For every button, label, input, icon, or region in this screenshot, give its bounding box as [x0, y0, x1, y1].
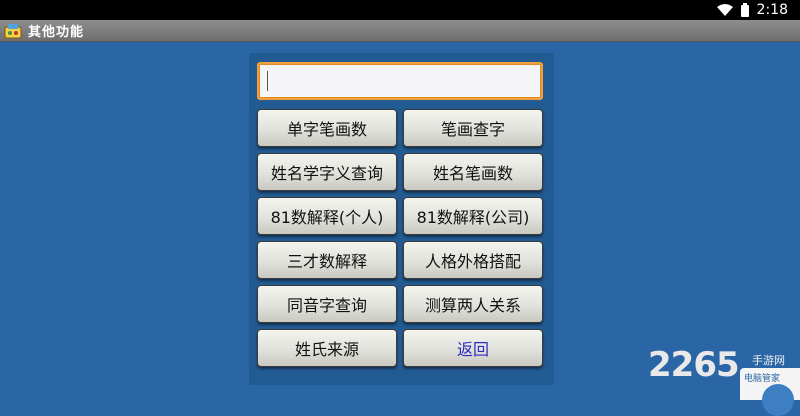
81-numbers-personal-button[interactable]: 81数解释(个人) — [257, 197, 397, 235]
status-time: 2:18 — [756, 2, 788, 18]
status-icons: 2:18 — [716, 0, 788, 20]
watermark-logo: 2265 — [648, 345, 740, 385]
query-input[interactable] — [257, 62, 543, 100]
function-panel: 单字笔画数 笔画查字 姓名学字义查询 姓名笔画数 81数解释(个人) 81数解释… — [249, 53, 554, 385]
text-caret — [267, 71, 268, 91]
title-bar: 其他功能 — [0, 20, 800, 42]
name-strokes-button[interactable]: 姓名笔画数 — [403, 153, 543, 191]
app-icon — [4, 23, 22, 39]
floating-widget[interactable]: 电脑管家 — [740, 368, 800, 416]
stroke-lookup-button[interactable]: 笔画查字 — [403, 109, 543, 147]
floating-widget-circle-icon — [762, 384, 794, 416]
relationship-calc-button[interactable]: 测算两人关系 — [403, 285, 543, 323]
81-numbers-company-button[interactable]: 81数解释(公司) — [403, 197, 543, 235]
page-title: 其他功能 — [28, 25, 85, 40]
wifi-icon — [716, 4, 733, 16]
three-talents-button[interactable]: 三才数解释 — [257, 241, 397, 279]
watermark-subtitle: 手游网 — [752, 354, 785, 367]
floating-widget-label: 电脑管家 — [744, 374, 781, 384]
status-bar: 2:18 — [0, 0, 800, 20]
homophone-query-button[interactable]: 同音字查询 — [257, 285, 397, 323]
surname-origin-button[interactable]: 姓氏来源 — [257, 329, 397, 367]
single-char-strokes-button[interactable]: 单字笔画数 — [257, 109, 397, 147]
battery-icon — [740, 3, 749, 17]
name-meaning-query-button[interactable]: 姓名学字义查询 — [257, 153, 397, 191]
personality-combo-button[interactable]: 人格外格搭配 — [403, 241, 543, 279]
back-button[interactable]: 返回 — [403, 329, 543, 367]
